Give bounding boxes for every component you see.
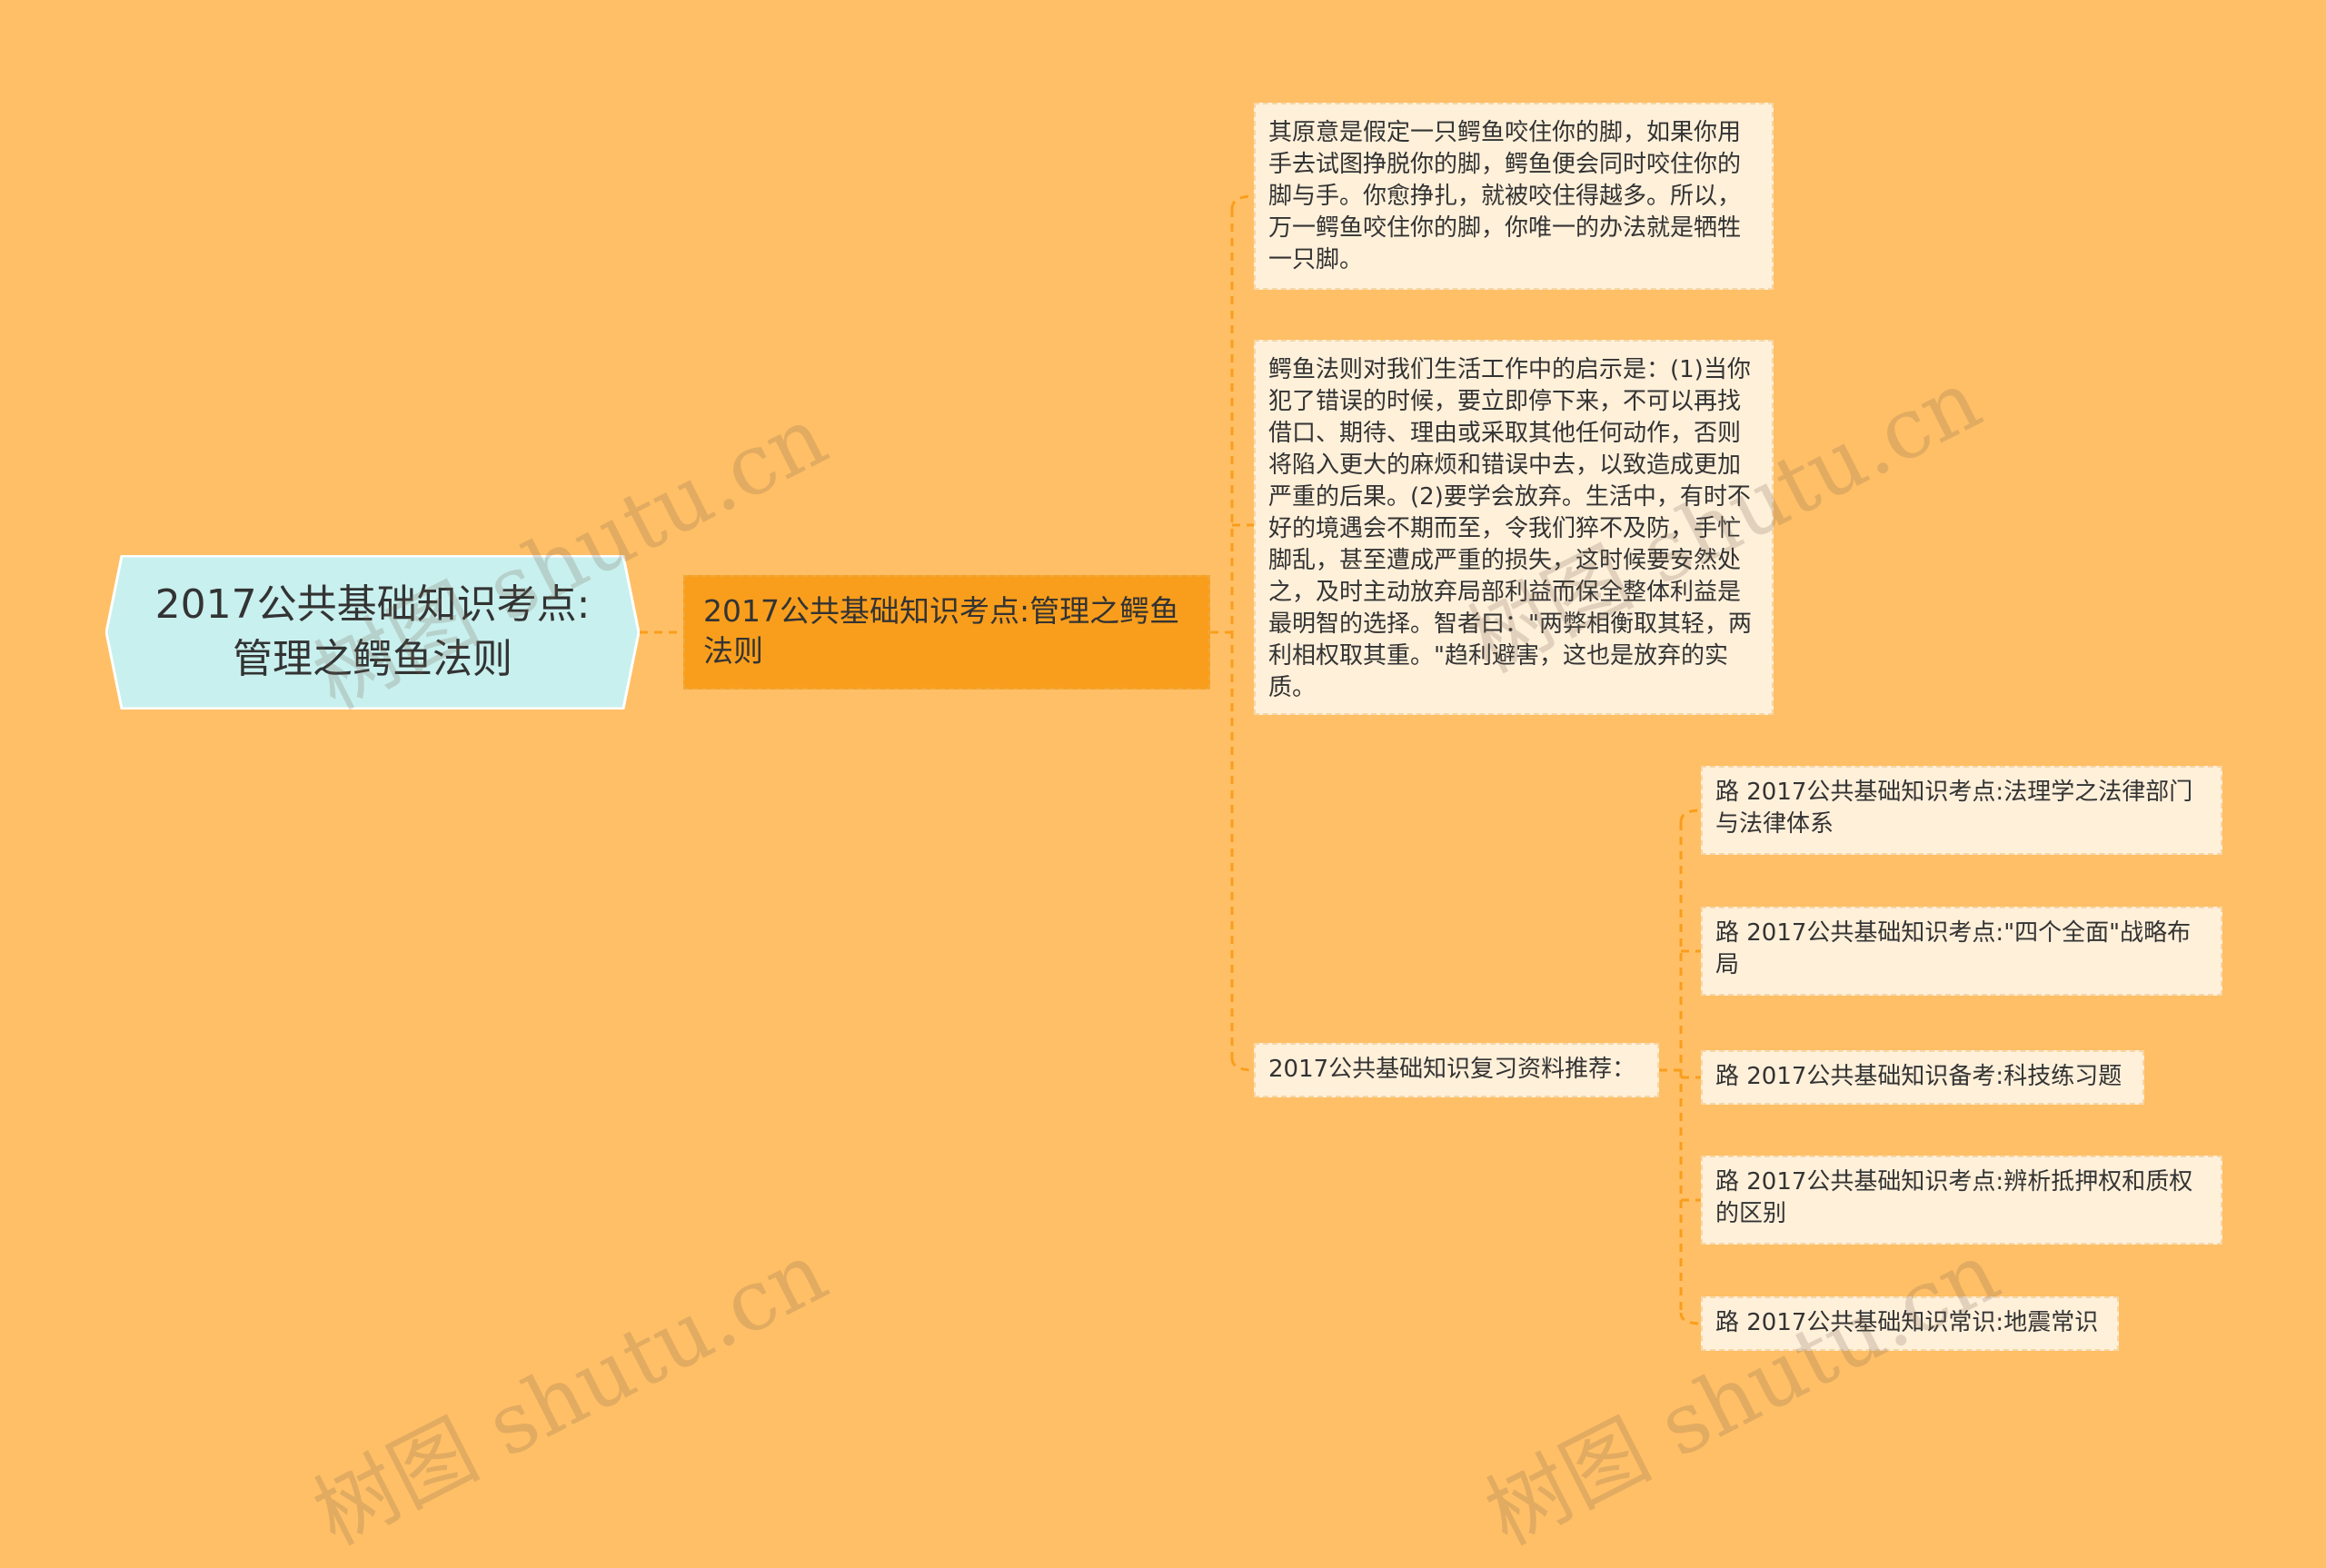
- connector-sub-5: [1679, 1312, 1702, 1325]
- connector-leaf-3: [1230, 1057, 1255, 1072]
- connector-sub-1: [1679, 809, 1702, 823]
- main-topic-label: 2017公共基础知识考点:管理之鳄鱼法则: [703, 593, 1180, 669]
- recommendation-item[interactable]: 路 2017公共基础知识考点:"四个全面"战略布局: [1701, 907, 2222, 996]
- leaf-node-recommendations[interactable]: 2017公共基础知识复习资料推荐：: [1254, 1043, 1659, 1097]
- leaf-node-origin[interactable]: 其原意是假定一只鳄鱼咬住你的脚，如果你用手去试图挣脱你的脚，鳄鱼便会同时咬住你的…: [1254, 103, 1774, 290]
- leaf-node-origin-text: 其原意是假定一只鳄鱼咬住你的脚，如果你用手去试图挣脱你的脚，鳄鱼便会同时咬住你的…: [1268, 119, 1742, 273]
- root-node-label: 2017公共基础知识考点:管理之鳄鱼法则: [154, 581, 591, 682]
- mindmap-canvas: 2017公共基础知识考点:管理之鳄鱼法则 2017公共基础知识考点:管理之鳄鱼法…: [0, 0, 2326, 1563]
- recommendation-item-text: 路 2017公共基础知识考点:"四个全面"战略布局: [1715, 919, 2192, 978]
- recommendation-item-text: 路 2017公共基础知识备考:科技练习题: [1715, 1063, 2122, 1090]
- recommendation-item-text: 路 2017公共基础知识考点:辨析抵押权和质权的区别: [1715, 1168, 2193, 1227]
- recommendation-item[interactable]: 路 2017公共基础知识备考:科技练习题: [1701, 1050, 2144, 1105]
- leaf-node-recommendations-text: 2017公共基础知识复习资料推荐：: [1268, 1056, 1636, 1083]
- recommendation-item-text: 路 2017公共基础知识常识:地震常识: [1715, 1309, 2099, 1336]
- leaf-node-insight[interactable]: 鳄鱼法则对我们生活工作中的启示是：(1)当你犯了错误的时候，要立即停下来，不可以…: [1254, 340, 1774, 715]
- main-topic-node[interactable]: 2017公共基础知识考点:管理之鳄鱼法则: [683, 575, 1210, 690]
- recommendation-item[interactable]: 路 2017公共基础知识考点:法理学之法律部门与法律体系: [1701, 766, 2222, 855]
- root-node[interactable]: 2017公共基础知识考点:管理之鳄鱼法则: [105, 555, 640, 710]
- leaf-node-insight-text: 鳄鱼法则对我们生活工作中的启示是：(1)当你犯了错误的时候，要立即停下来，不可以…: [1268, 356, 1752, 701]
- recommendation-item[interactable]: 路 2017公共基础知识常识:地震常识: [1701, 1296, 2119, 1351]
- recommendation-item[interactable]: 路 2017公共基础知识考点:辨析抵押权和质权的区别: [1701, 1156, 2222, 1245]
- recommendation-item-text: 路 2017公共基础知识考点:法理学之法律部门与法律体系: [1715, 779, 2193, 838]
- connector-leaf-1: [1230, 194, 1255, 210]
